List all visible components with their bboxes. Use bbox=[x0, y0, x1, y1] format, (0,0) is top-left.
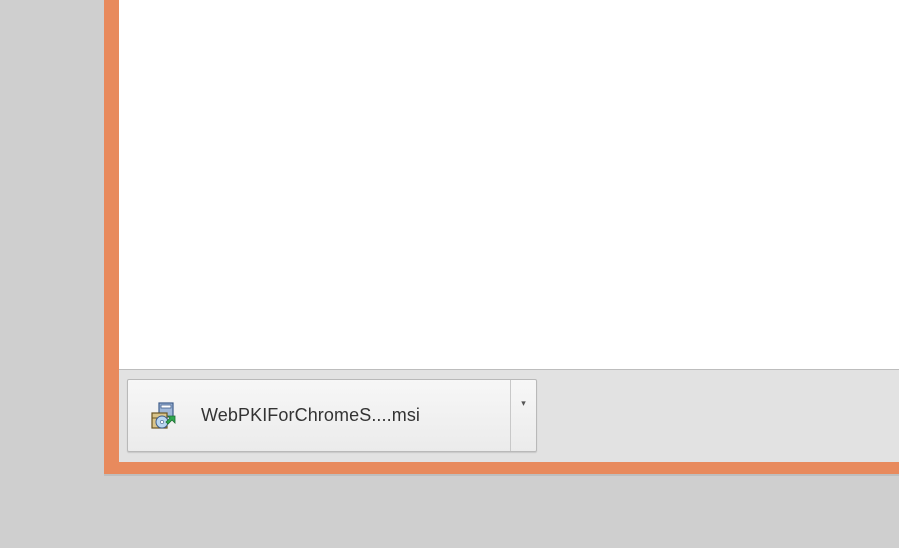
page-content-area[interactable] bbox=[119, 0, 899, 369]
download-item-menu-button[interactable]: ▾ bbox=[510, 380, 536, 451]
installer-package-icon bbox=[148, 401, 178, 431]
download-filename: WebPKIForChromeS....msi bbox=[201, 405, 421, 425]
browser-window: WebPKIForChromeS....msi ▾ bbox=[104, 0, 899, 476]
desktop-background: WebPKIForChromeS....msi ▾ bbox=[0, 0, 899, 548]
download-item[interactable]: WebPKIForChromeS....msi ▾ bbox=[127, 379, 537, 452]
download-shelf: WebPKIForChromeS....msi ▾ bbox=[119, 369, 899, 462]
download-item-open-button[interactable]: WebPKIForChromeS....msi bbox=[128, 380, 510, 451]
chevron-down-icon: ▾ bbox=[521, 398, 526, 408]
